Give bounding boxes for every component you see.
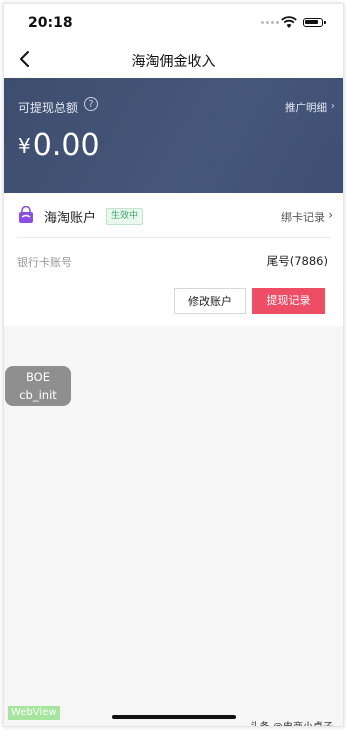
balance-header: 可提现总额 ? 推广明细 › ¥0.00 — [4, 78, 343, 193]
bank-account-value: 尾号(7886) — [266, 254, 328, 268]
webview-tag: WebView — [8, 706, 60, 720]
phone-screen: 20:18 海淘佣金收入 可提现总额 ? 推广明细 › ¥0.00 海淘账户 生… — [3, 3, 344, 727]
account-name: 海淘账户 — [44, 211, 97, 226]
cellular-signal-icon — [261, 21, 279, 24]
account-card: 海淘账户 生效中 绑卡记录 › 银行卡账号 尾号(7886) 修改账户 提现记录 — [4, 193, 343, 326]
status-time: 20:18 — [28, 15, 73, 31]
navigation-bar: 海淘佣金收入 — [4, 42, 343, 78]
divider — [17, 237, 330, 238]
wifi-icon — [281, 16, 297, 28]
bank-account-label: 银行卡账号 — [17, 256, 72, 269]
debug-line-2: cb_init — [19, 388, 57, 402]
status-badge: 生效中 — [106, 208, 144, 225]
withdrawable-total-label: 可提现总额 — [18, 101, 79, 115]
promotion-details-link[interactable]: 推广明细 — [285, 100, 327, 115]
debug-badge[interactable]: BOE cb_init — [5, 366, 71, 406]
battery-icon — [303, 18, 326, 27]
chevron-right-icon: › — [330, 99, 335, 112]
currency-symbol: ¥ — [18, 134, 31, 158]
balance-amount: ¥0.00 — [18, 128, 100, 163]
shopping-bag-icon — [19, 206, 33, 223]
status-bar: 20:18 — [4, 4, 343, 42]
home-indicator[interactable] — [112, 715, 236, 719]
debug-line-1: BOE — [25, 370, 50, 384]
page-title: 海淘佣金收入 — [131, 54, 216, 70]
card-binding-record-link[interactable]: 绑卡记录 — [281, 209, 325, 225]
amount-value: 0.00 — [32, 128, 100, 163]
edit-account-button[interactable]: 修改账户 — [174, 288, 246, 314]
withdrawal-record-button[interactable]: 提现记录 — [252, 288, 325, 314]
chevron-right-icon: › — [328, 208, 333, 222]
watermark: 头条 @电商小桌子 — [250, 718, 333, 726]
help-icon[interactable]: ? — [84, 97, 98, 111]
